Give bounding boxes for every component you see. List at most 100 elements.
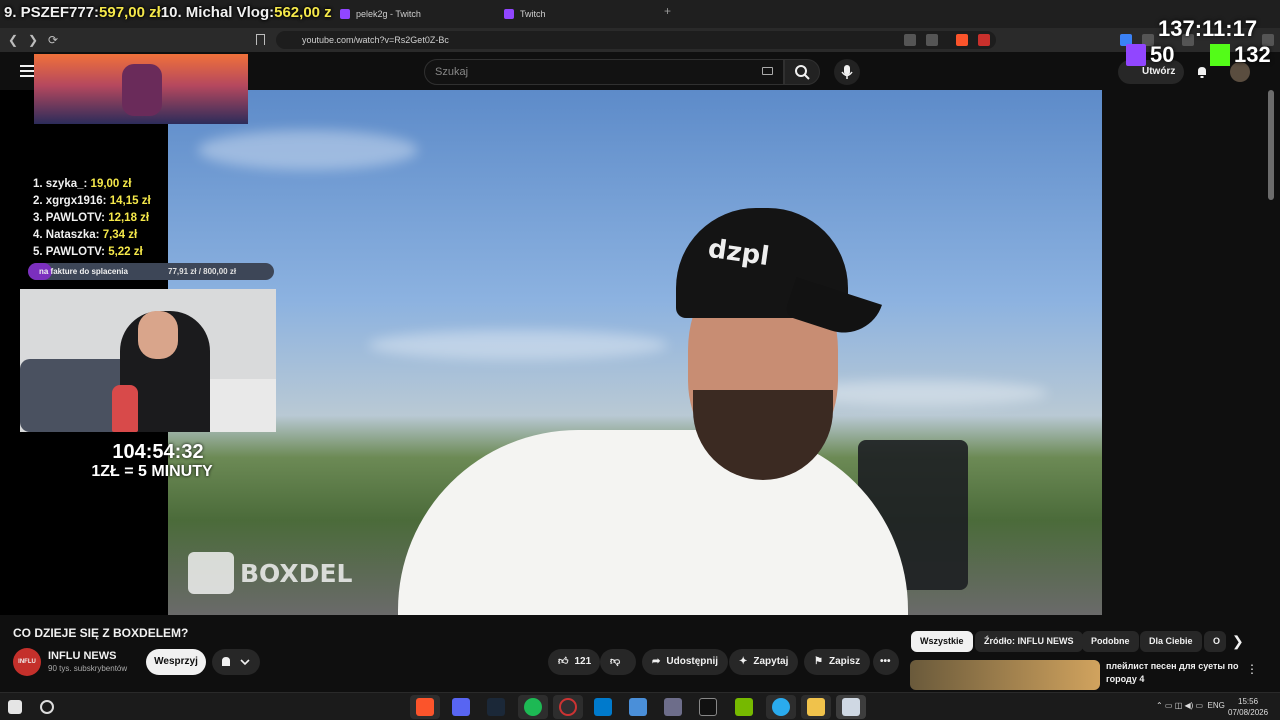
clock[interactable]: 15:56 07/08/2026 [1228, 696, 1268, 718]
hamburger-menu-icon[interactable] [20, 65, 34, 77]
tab-pelek2g-twitch[interactable]: pelek2g - Twitch [340, 4, 421, 24]
donor-name: 1. szyka_: [33, 178, 91, 190]
windows-start-icon[interactable] [8, 700, 22, 714]
telegram-icon[interactable] [772, 698, 790, 716]
donor-row: 4. Nataszka: 7,34 zł [33, 227, 151, 244]
share-button[interactable]: ➦ Udostępnij [642, 649, 729, 675]
chip-all[interactable]: Wszystkie [911, 631, 973, 652]
support-button[interactable]: Wesprzyj [146, 649, 206, 675]
voice-search-button[interactable] [834, 59, 860, 85]
file-explorer-icon[interactable] [807, 698, 825, 716]
subscriber-count: 90 tys. subskrybentów [48, 664, 128, 673]
recommendation-thumbnail[interactable] [910, 660, 1100, 690]
channel-name[interactable]: INFLU NEWS [48, 650, 116, 662]
chip-source[interactable]: Źródło: INFLU NEWS [975, 631, 1083, 652]
app-icon[interactable] [629, 698, 647, 716]
new-tab-button[interactable]: + [664, 4, 671, 18]
screen: pelek2g - Twitch Twitch + ❮ ❯ ⟳ youtube.… [0, 0, 1280, 720]
more-actions-button[interactable]: ••• [873, 649, 899, 675]
watermark-text: BOXDEL [240, 558, 353, 588]
banner-character [122, 64, 162, 116]
share-label: Udostępnij [666, 656, 719, 667]
donation-goal-bar: na fakture do splacenia 77,91 zł / 800,0… [28, 263, 274, 280]
app-window-icon[interactable] [842, 698, 860, 716]
obs-icon[interactable] [559, 698, 577, 716]
app-icon[interactable] [664, 698, 682, 716]
save-label: Zapisz [828, 656, 861, 667]
bell-chevron-icon [222, 657, 250, 666]
white-shirt [398, 430, 908, 615]
system-tray[interactable]: ⌃ ▭ ◫ ◀) ▭ ENG [1156, 701, 1225, 710]
nvidia-icon[interactable] [735, 698, 753, 716]
ask-button[interactable]: ✦ Zapytaj [729, 649, 799, 675]
search-icon [795, 65, 810, 80]
webcam-bottle [112, 385, 138, 432]
goal-value: 77,91 zł / 800,00 zł [168, 267, 237, 276]
subscription-bell-button[interactable] [212, 649, 260, 675]
channel-watermark: BOXDEL [188, 552, 352, 594]
brave-rewards-icon[interactable] [978, 34, 990, 46]
url-input[interactable]: youtube.com/watch?v=Rs2Get0Z-Bc [276, 31, 996, 49]
thumbs-down-icon: 👎︎ [610, 656, 621, 667]
clock-time: 15:56 [1238, 697, 1259, 706]
kick-logo-icon [1210, 44, 1230, 66]
top-donors-list: 1. szyka_: 19,00 zł 2. xgrgx1916: 14,15 … [33, 176, 151, 261]
webcam-streamer-head [138, 311, 178, 359]
search-icon[interactable] [40, 700, 54, 714]
donation-ticker: 9. PSZEF777: 597,00 zł 10. Michal Vlog: … [4, 4, 332, 26]
brave-browser-icon[interactable] [416, 698, 434, 716]
cast-icon[interactable] [926, 34, 938, 46]
spotify-icon[interactable] [524, 698, 542, 716]
camera-icon [188, 552, 234, 594]
cloud [198, 130, 418, 170]
donor-row: 3. PAWLOTV: 12,18 zł [33, 210, 151, 227]
donor-name: 3. PAWLOTV: [33, 212, 109, 224]
search-button[interactable] [784, 59, 820, 85]
more-icon: ••• [880, 656, 891, 667]
address-bar-row: ❮ ❯ ⟳ youtube.com/watch?v=Rs2Get0Z-Bc [0, 28, 1280, 52]
keyboard-icon[interactable] [762, 67, 773, 75]
dislike-button[interactable]: 👎︎ [600, 649, 636, 675]
vscode-icon[interactable] [594, 698, 612, 716]
bookmark-icon[interactable] [256, 34, 265, 45]
reload-icon[interactable]: ⟳ [48, 33, 58, 47]
viewer-count: 50 [1150, 42, 1175, 67]
donor-amount: 5,22 zł [108, 246, 143, 258]
recommendation-title[interactable]: плейлист песен для суеты по городу 4 [1106, 660, 1246, 686]
steam-icon[interactable] [487, 698, 505, 716]
bell-icon[interactable] [1195, 65, 1209, 79]
donor-name: 4. Nataszka: [33, 229, 103, 241]
donor-name: 2. xgrgx1916: [33, 195, 110, 207]
kebab-menu-icon[interactable]: ⋮ [1246, 662, 1258, 676]
video-player[interactable]: dzpl BOXDEL [168, 90, 1102, 615]
donor-row: 5. PAWLOTV: 5,22 zł [33, 244, 151, 261]
donor-row: 1. szyka_: 19,00 zł [33, 176, 151, 193]
discord-icon[interactable] [452, 698, 470, 716]
translate-icon[interactable] [904, 34, 916, 46]
chip-similar[interactable]: Podobne [1082, 631, 1139, 652]
chip-for-you[interactable]: Dla Ciebie [1140, 631, 1202, 652]
twitch-icon [504, 9, 514, 19]
video-title: CO DZIEJE SIĘ Z BOXDELEM? [13, 626, 189, 640]
search-input[interactable]: Szukaj [424, 59, 784, 85]
goal-label: na fakture do splacenia [39, 267, 128, 276]
viewer-count: 132 [1234, 42, 1271, 67]
share-icon: ➦ [652, 656, 661, 667]
terminal-icon[interactable] [699, 698, 717, 716]
channel-avatar[interactable]: INFLU [13, 648, 41, 676]
thumbs-up-icon: 👍︎ [558, 656, 569, 667]
forward-icon[interactable]: ❯ [28, 33, 38, 47]
bookmark-save-icon: ⚑ [814, 656, 823, 667]
brave-shield-icon[interactable] [956, 34, 968, 46]
back-icon[interactable]: ❮ [8, 33, 18, 47]
tab-twitch[interactable]: Twitch [504, 4, 546, 24]
save-button[interactable]: ⚑ Zapisz [804, 649, 871, 675]
like-button[interactable]: 👍︎ 121 [548, 649, 600, 675]
page-scrollbar[interactable] [1268, 90, 1274, 200]
twitch-logo-icon [1126, 44, 1146, 66]
chip-more[interactable]: O [1204, 631, 1226, 652]
donor-amount: 19,00 zł [90, 178, 132, 190]
stream-uptime-timer: 137:11:17 [1158, 16, 1258, 41]
stream-banner [34, 54, 248, 124]
chevron-right-icon[interactable]: ❯ [1232, 633, 1244, 650]
